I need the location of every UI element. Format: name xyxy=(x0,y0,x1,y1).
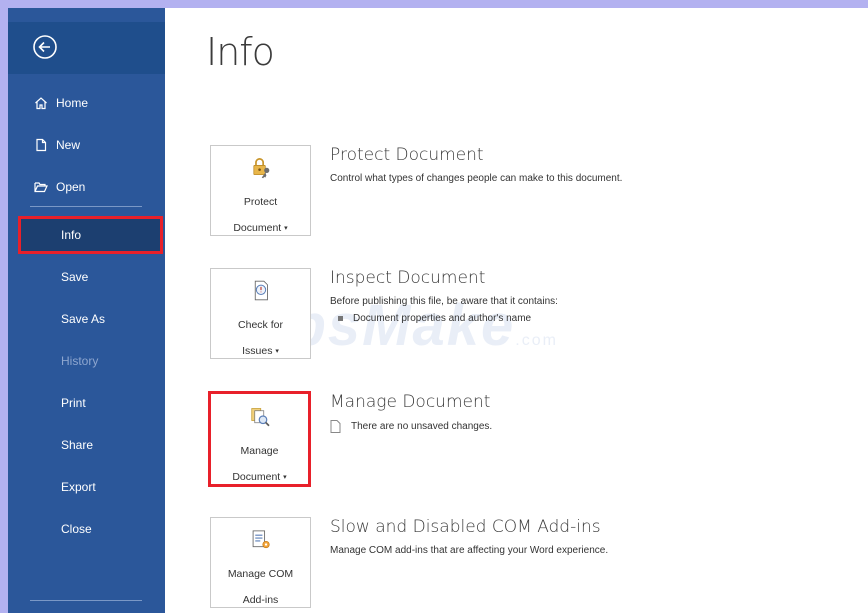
manage-document-icon xyxy=(250,408,270,427)
sidebar-item-label: Home xyxy=(56,96,89,110)
sidebar-item-new[interactable]: New xyxy=(8,124,165,166)
section-description: Manage COM add-ins that are affecting yo… xyxy=(330,545,609,556)
button-label-line2: Document xyxy=(233,222,282,234)
button-label-line2: Add-ins xyxy=(242,594,279,606)
inspect-bullet-item: Document properties and author's name xyxy=(330,313,558,324)
dropdown-caret-icon: ▾ xyxy=(284,225,288,232)
sidebar-item-label: History xyxy=(61,354,99,368)
sidebar-item-label: Save As xyxy=(61,312,106,326)
sidebar-item-label: Export xyxy=(61,480,96,494)
protect-document-button[interactable]: Protect Document ▾ xyxy=(210,145,311,236)
bullet-square-icon xyxy=(338,316,343,321)
inspect-document-info: Inspect Document Before publishing this … xyxy=(330,268,558,324)
back-arrow-icon[interactable] xyxy=(32,34,58,60)
protect-document-label: Protect Document ▾ xyxy=(216,183,306,235)
manage-note: There are no unsaved changes. xyxy=(330,420,492,433)
button-label-line1: Manage xyxy=(240,445,279,457)
sidebar-item-print[interactable]: Print xyxy=(8,382,165,424)
button-label-line2: Issues xyxy=(242,345,273,357)
document-icon xyxy=(330,420,341,433)
sidebar-top-nav: Home New Open xyxy=(8,82,165,208)
sidebar-divider xyxy=(30,600,142,601)
sidebar-item-label: Save xyxy=(61,270,89,284)
manage-com-addins-button[interactable]: Manage COM Add-ins xyxy=(210,517,311,608)
manage-document-info: Manage Document There are no unsaved cha… xyxy=(330,392,492,433)
button-label-line2: Document xyxy=(232,471,281,483)
watermark-suffix: .com xyxy=(515,332,558,349)
sidebar-item-close[interactable]: Close xyxy=(8,508,165,550)
bullet-text: Document properties and author's name xyxy=(353,313,532,324)
sidebar-item-home[interactable]: Home xyxy=(8,82,165,124)
button-label-line1: Protect xyxy=(243,196,278,208)
inspect-document-icon xyxy=(254,280,268,301)
new-document-icon xyxy=(36,138,47,152)
section-heading: Slow and Disabled COM Add-ins xyxy=(330,517,601,537)
note-text: There are no unsaved changes. xyxy=(351,421,493,432)
check-for-issues-button[interactable]: Check for Issues ▾ xyxy=(210,268,311,359)
lock-key-icon xyxy=(252,158,269,179)
window-left-border xyxy=(0,0,8,613)
sidebar-item-info[interactable]: Info xyxy=(18,216,163,254)
sidebar-item-label: Print xyxy=(61,396,86,410)
dropdown-caret-icon: ▾ xyxy=(283,474,287,481)
com-addins-icon xyxy=(252,530,270,549)
button-label-line1: Manage COM xyxy=(227,568,294,580)
section-heading: Inspect Document xyxy=(330,268,486,288)
sidebar-item-export[interactable]: Export xyxy=(8,466,165,508)
manage-document-label: Manage Document ▾ xyxy=(215,432,305,484)
open-folder-icon xyxy=(34,182,48,193)
section-heading: Protect Document xyxy=(330,145,484,165)
back-area xyxy=(8,22,165,74)
home-icon xyxy=(35,97,47,110)
page-title: Info xyxy=(206,30,275,74)
sidebar-item-save-as[interactable]: Save As xyxy=(8,298,165,340)
section-description: Before publishing this file, be aware th… xyxy=(330,296,558,307)
manage-document-button[interactable]: Manage Document ▾ xyxy=(208,391,311,487)
sidebar-item-share[interactable]: Share xyxy=(8,424,165,466)
section-description: Control what types of changes people can… xyxy=(330,173,623,184)
sidebar-item-label: Close xyxy=(61,522,92,536)
manage-com-addins-label: Manage COM Add-ins xyxy=(216,555,306,607)
sidebar-divider xyxy=(30,206,142,207)
check-for-issues-label: Check for Issues ▾ xyxy=(216,306,306,358)
sidebar-item-label: Info xyxy=(61,228,82,242)
dropdown-caret-icon: ▾ xyxy=(275,348,279,355)
sidebar-item-label: Share xyxy=(61,438,94,452)
section-heading: Manage Document xyxy=(330,392,491,412)
sidebar-main-nav: Info Save Save As History Print Share Ex… xyxy=(8,214,165,550)
window-top-border xyxy=(0,0,868,8)
sidebar-item-open[interactable]: Open xyxy=(8,166,165,208)
protect-document-info: Protect Document Control what types of c… xyxy=(330,145,622,184)
sidebar-item-label: New xyxy=(56,138,81,152)
sidebar-item-history: History xyxy=(8,340,165,382)
com-addins-info: Slow and Disabled COM Add-ins Manage COM… xyxy=(330,517,608,556)
sidebar-item-save[interactable]: Save xyxy=(8,256,165,298)
sidebar-item-label: Open xyxy=(56,180,86,194)
button-label-line1: Check for xyxy=(238,319,283,331)
backstage-sidebar: Home New Open Info Save Save As History xyxy=(8,8,165,613)
